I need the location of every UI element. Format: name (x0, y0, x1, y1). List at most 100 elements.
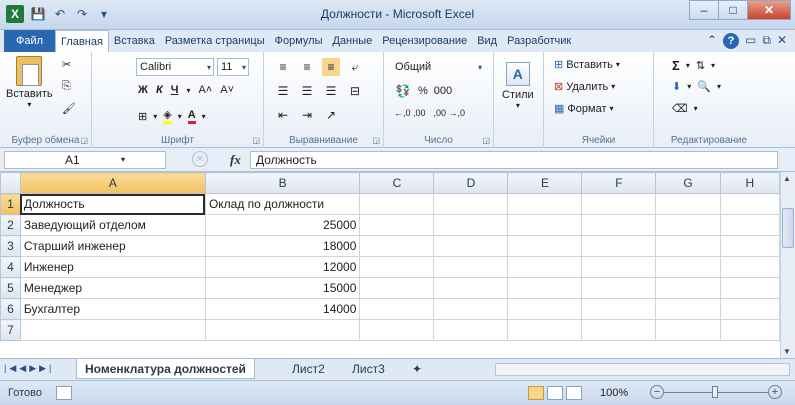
number-format-combo[interactable]: Общий ▾ (392, 58, 484, 76)
sheet-tab-sheet2[interactable]: Лист2 (284, 359, 333, 379)
last-sheet-icon[interactable]: ▶| (39, 363, 54, 373)
cell-a4[interactable]: Инженер (19, 256, 206, 278)
cell-a3[interactable]: Старший инженер (19, 235, 206, 257)
close-button[interactable]: ✕ (747, 0, 791, 20)
cell-a7[interactable] (19, 319, 206, 341)
cell[interactable] (581, 277, 657, 299)
row-header[interactable]: 1 (0, 193, 21, 215)
cell[interactable] (719, 277, 780, 299)
column-header[interactable]: G (655, 172, 721, 194)
formula-input[interactable]: Должность (250, 151, 778, 169)
cell[interactable] (433, 277, 509, 299)
cell[interactable] (655, 193, 721, 215)
next-sheet-icon[interactable]: ▶ (29, 363, 39, 373)
column-header[interactable]: B (204, 172, 361, 194)
align-right-icon[interactable]: ☰ (322, 82, 340, 100)
zoom-knob[interactable] (712, 386, 718, 398)
insert-function-button[interactable]: fx (230, 152, 241, 168)
cell[interactable] (655, 235, 721, 257)
cell[interactable] (359, 277, 435, 299)
cell[interactable] (433, 319, 509, 341)
delete-cells-button[interactable]: ⊠ Удалить ▾ (554, 80, 615, 94)
cell[interactable] (359, 193, 435, 215)
cell[interactable] (581, 256, 657, 278)
clear-icon[interactable]: ⌫ (672, 102, 688, 115)
borders-icon[interactable]: ⊞ (138, 110, 147, 123)
zoom-in-icon[interactable]: + (768, 385, 782, 399)
restore-workbook-icon[interactable]: ▭ (745, 33, 756, 49)
row-header[interactable]: 7 (0, 319, 21, 341)
cell-a6[interactable]: Бухгалтер (19, 298, 206, 320)
close-workbook-icon[interactable]: ✕ (777, 33, 787, 49)
increase-indent-icon[interactable]: ⇥ (298, 106, 316, 124)
align-top-icon[interactable]: ≡ (274, 58, 292, 76)
cell[interactable] (655, 214, 721, 236)
font-size-combo[interactable]: 11 ▾ (217, 58, 249, 76)
paste-button[interactable]: Вставить ▾ (6, 56, 53, 109)
autosum-button[interactable]: Σ (672, 58, 680, 73)
cell-b5[interactable]: 15000 (204, 277, 361, 299)
window-restore-icon[interactable]: ⧉ (762, 33, 771, 49)
sheet-tab-sheet3[interactable]: Лист3 (344, 359, 393, 379)
copy-icon[interactable]: ⎘ (62, 80, 71, 93)
name-box[interactable]: A1 ▾ (4, 151, 166, 169)
sort-filter-icon[interactable]: ⇅ (696, 59, 705, 72)
column-header[interactable]: A (19, 172, 206, 194)
cell-b1[interactable]: Оклад по должности (204, 193, 361, 215)
cell-b7[interactable] (204, 319, 361, 341)
first-sheet-icon[interactable]: |◀ (4, 363, 19, 373)
select-all-corner[interactable] (0, 172, 21, 194)
bold-button[interactable]: Ж (138, 84, 148, 96)
cell[interactable] (507, 319, 583, 341)
cell[interactable] (655, 319, 721, 341)
page-layout-view-button[interactable] (547, 386, 563, 400)
scroll-down-icon[interactable]: ▼ (783, 347, 791, 356)
macro-record-icon[interactable] (56, 386, 72, 400)
cell-b3[interactable]: 18000 (204, 235, 361, 257)
cell[interactable] (507, 298, 583, 320)
row-header[interactable]: 4 (0, 256, 21, 278)
vertical-scrollbar[interactable]: ▲ ▼ (780, 172, 795, 358)
clipboard-launcher-icon[interactable]: ◲ (80, 136, 88, 145)
cell[interactable] (655, 298, 721, 320)
italic-button[interactable]: К (156, 84, 163, 96)
cell[interactable] (581, 298, 657, 320)
currency-format-icon[interactable]: 💱 (394, 82, 412, 100)
align-bottom-icon[interactable]: ≡ (322, 58, 340, 76)
sheet-nav-buttons[interactable]: |◀◀▶▶| (4, 363, 54, 374)
row-header[interactable]: 6 (0, 298, 21, 320)
grow-font-button[interactable]: A˄ (198, 84, 212, 96)
cell[interactable] (581, 319, 657, 341)
number-launcher-icon[interactable]: ◲ (482, 136, 490, 145)
cell[interactable] (581, 235, 657, 257)
cell-b4[interactable]: 12000 (204, 256, 361, 278)
tab-review[interactable]: Рецензирование (377, 30, 472, 52)
cell-b2[interactable]: 25000 (204, 214, 361, 236)
orientation-icon[interactable]: ↗ (322, 106, 340, 124)
column-header[interactable]: E (507, 172, 583, 194)
cell-a5[interactable]: Менеджер (19, 277, 206, 299)
help-icon[interactable]: ? (723, 33, 740, 49)
horizontal-scrollbar[interactable] (495, 363, 790, 376)
tab-data[interactable]: Данные (327, 30, 377, 52)
find-select-icon[interactable]: 🔍 (697, 80, 711, 93)
cell[interactable] (507, 193, 583, 215)
cell[interactable] (581, 193, 657, 215)
row-header[interactable]: 5 (0, 277, 21, 299)
cell-a1[interactable]: Должность (19, 193, 206, 215)
cell[interactable] (433, 214, 509, 236)
tab-view[interactable]: Вид (472, 30, 502, 52)
tab-formulas[interactable]: Формулы (270, 30, 328, 52)
maximize-button[interactable]: □ (718, 0, 748, 20)
cut-icon[interactable]: ✂ (62, 58, 71, 71)
insert-cells-button[interactable]: ⊞ Вставить ▾ (554, 58, 620, 72)
cell[interactable] (719, 193, 780, 215)
cell[interactable] (359, 256, 435, 278)
cell[interactable] (507, 214, 583, 236)
align-middle-icon[interactable]: ≡ (298, 58, 316, 76)
decrease-indent-icon[interactable]: ⇤ (274, 106, 292, 124)
zoom-slider[interactable]: − + (650, 385, 782, 400)
scroll-up-icon[interactable]: ▲ (783, 174, 791, 183)
cell[interactable] (655, 277, 721, 299)
zoom-out-icon[interactable]: − (650, 385, 664, 399)
